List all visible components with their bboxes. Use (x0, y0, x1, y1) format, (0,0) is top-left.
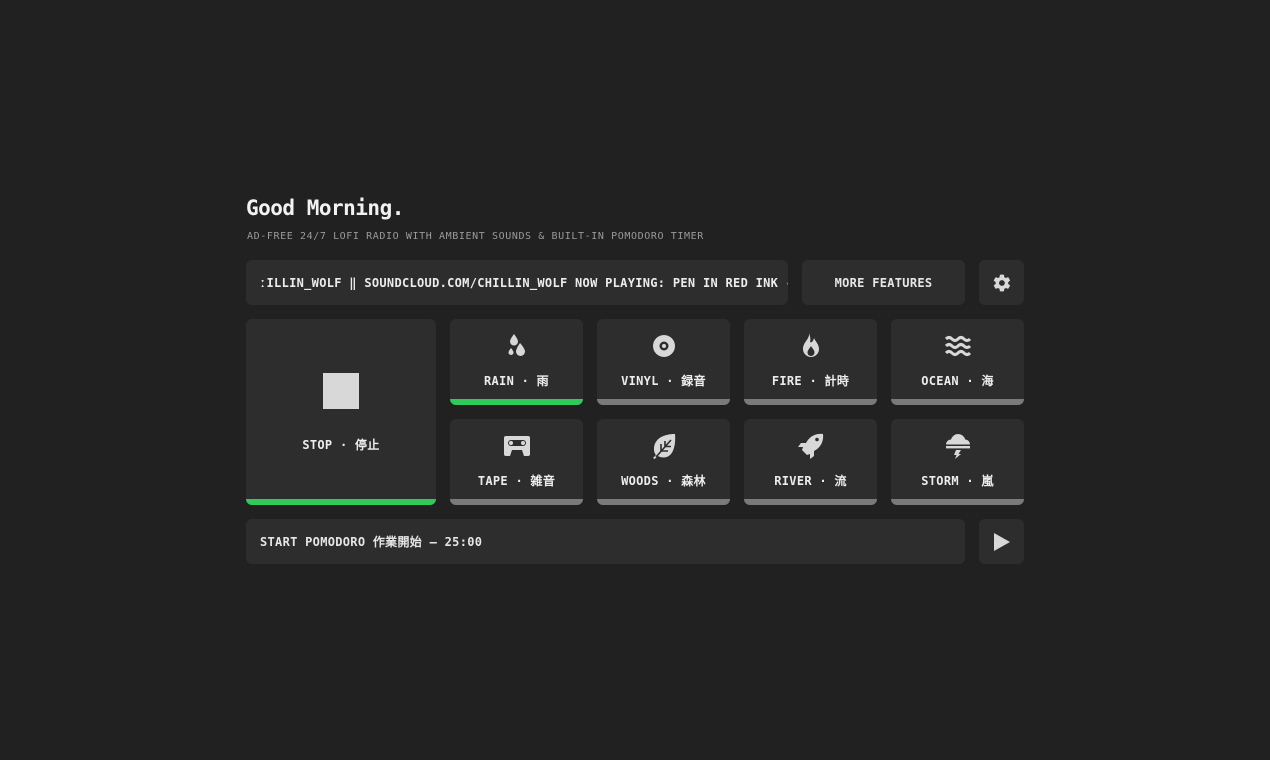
sound-tile-rain[interactable]: RAIN · 雨 (450, 319, 583, 405)
now-playing-ticker[interactable]: ːILLIN_WOLF ‖ SOUNDCLOUD.COM/CHILLIN_WOL… (246, 260, 788, 305)
start-pomodoro-button[interactable]: START POMODORO 作業開始 — 25:00 (246, 519, 965, 564)
stop-active-bar (246, 499, 436, 505)
sound-label-tape: TAPE · 雑音 (477, 474, 556, 488)
fish-icon (744, 433, 877, 459)
sound-label-woods: WOODS · 森林 (621, 474, 706, 488)
sound-bar-woods (597, 499, 730, 505)
pomodoro-label: START POMODORO 作業開始 — 25:00 (260, 535, 483, 549)
main-panel: Good Morning. AD-FREE 24/7 LOFI RADIO WI… (246, 194, 1024, 564)
cassette-tape-icon (450, 433, 583, 459)
sound-tile-vinyl[interactable]: VINYL · 録音 (597, 319, 730, 405)
more-features-button[interactable]: MORE FEATURES (802, 260, 965, 305)
gear-icon (992, 273, 1012, 293)
subtitle: AD-FREE 24/7 LOFI RADIO WITH AMBIENT SOU… (247, 231, 704, 242)
greeting-title: Good Morning. (246, 196, 404, 220)
top-bar: ːILLIN_WOLF ‖ SOUNDCLOUD.COM/CHILLIN_WOL… (246, 260, 1024, 305)
sound-tile-ocean[interactable]: OCEAN · 海 (891, 319, 1024, 405)
stop-button[interactable]: STOP · 停止 (246, 319, 436, 505)
fire-icon (744, 333, 877, 359)
sound-label-ocean: OCEAN · 海 (921, 374, 994, 388)
sound-label-river: RIVER · 流 (774, 474, 847, 488)
sound-label-rain: RAIN · 雨 (484, 374, 549, 388)
sound-bar-vinyl (597, 399, 730, 405)
sound-grid: STOP · 停止 RAIN · 雨 VINYL · 録音 FIRE · 計時 … (246, 319, 1024, 505)
leaf-icon (597, 433, 730, 459)
raindrops-icon (450, 333, 583, 359)
sound-tile-river[interactable]: RIVER · 流 (744, 419, 877, 505)
sound-bar-ocean (891, 399, 1024, 405)
sound-bar-storm (891, 499, 1024, 505)
sound-tile-fire[interactable]: FIRE · 計時 (744, 319, 877, 405)
sound-label-vinyl: VINYL · 録音 (621, 374, 706, 388)
settings-button[interactable] (979, 260, 1024, 305)
sound-bar-fire (744, 399, 877, 405)
sound-tile-tape[interactable]: TAPE · 雑音 (450, 419, 583, 505)
sound-bar-river (744, 499, 877, 505)
play-button[interactable] (979, 519, 1024, 564)
stop-square-icon (323, 373, 359, 409)
ticker-text: ːILLIN_WOLF ‖ SOUNDCLOUD.COM/CHILLIN_WOL… (259, 275, 788, 290)
play-icon (993, 532, 1010, 551)
sound-bar-tape (450, 499, 583, 505)
sound-tile-woods[interactable]: WOODS · 森林 (597, 419, 730, 505)
sound-bar-rain (450, 399, 583, 405)
vinyl-record-icon (597, 333, 730, 359)
pomodoro-bar: START POMODORO 作業開始 — 25:00 (246, 519, 1024, 564)
sound-label-storm: STORM · 嵐 (921, 474, 994, 488)
waves-icon (891, 333, 1024, 359)
sound-label-fire: FIRE · 計時 (771, 374, 850, 388)
sound-tile-storm[interactable]: STORM · 嵐 (891, 419, 1024, 505)
storm-cloud-icon (891, 433, 1024, 459)
stop-label: STOP · 停止 (302, 438, 380, 452)
